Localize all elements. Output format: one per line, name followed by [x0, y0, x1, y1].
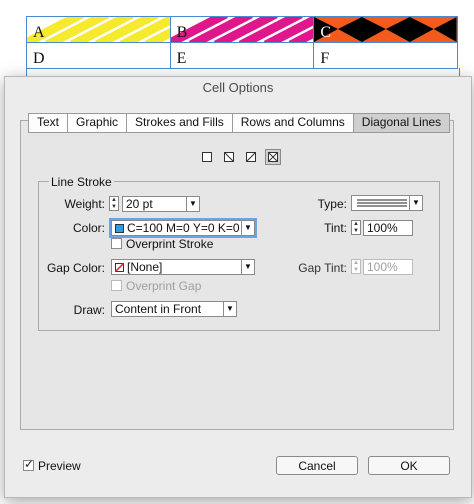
- cell-text: A: [33, 24, 45, 41]
- tab-strokes-and-fills[interactable]: Strokes and Fills: [127, 114, 233, 132]
- overprint-gap-checkbox[interactable]: [111, 280, 122, 291]
- weight-label: Weight:: [64, 197, 105, 211]
- chevron-down-icon: ▼: [186, 197, 199, 211]
- gap-tint-field[interactable]: 100%: [363, 259, 413, 275]
- cell-text: E: [176, 50, 187, 67]
- cell-f[interactable]: F: [313, 42, 458, 69]
- diagonal-top-left-icon[interactable]: [221, 149, 237, 165]
- color-label: Color:: [72, 221, 105, 235]
- tint-field[interactable]: 100%: [363, 220, 413, 236]
- cell-text: C: [320, 24, 331, 41]
- orange-crosshatch-fill: [314, 17, 457, 42]
- gap-color-label: Gap Color:: [46, 261, 105, 275]
- stroke-type-preview-icon: [357, 199, 407, 207]
- chevron-down-icon: ▼: [241, 260, 254, 274]
- table-row: A B C: [26, 16, 458, 43]
- draw-value: Content in Front: [115, 302, 202, 316]
- diagonal-bottom-left-icon[interactable]: [243, 149, 259, 165]
- none-swatch-icon: [115, 263, 124, 272]
- tab-diagonal-lines[interactable]: Diagonal Lines: [353, 114, 450, 132]
- diagonal-cross-icon[interactable]: [265, 149, 281, 165]
- overprint-gap-label: Overprint Gap: [126, 279, 202, 293]
- weight-value: 20 pt: [126, 197, 153, 211]
- diagonal-line-options: [199, 149, 281, 165]
- yellow-diagonal-stripes: [27, 17, 170, 42]
- preview-label: Preview: [38, 459, 81, 473]
- weight-combo[interactable]: 20 pt ▼: [122, 196, 200, 212]
- overprint-stroke-label: Overprint Stroke: [126, 237, 214, 251]
- tint-label: Tint:: [324, 221, 347, 235]
- weight-stepper[interactable]: ▲ ▼: [109, 196, 119, 211]
- dialog-title: Cell Options: [202, 80, 274, 95]
- color-select[interactable]: C=100 M=0 Y=0 K=0 ▼: [109, 218, 257, 238]
- tab-bar: Text Graphic Strokes and Fills Rows and …: [28, 113, 451, 133]
- cell-options-dialog: Cell Options Text Graphic Strokes and Fi…: [4, 76, 472, 498]
- cancel-button[interactable]: Cancel: [276, 456, 358, 475]
- tab-graphic[interactable]: Graphic: [68, 114, 128, 132]
- document-table: A B C D E F: [26, 16, 458, 69]
- chevron-down-icon: ▼: [409, 196, 422, 210]
- cell-d[interactable]: D: [26, 42, 171, 69]
- tint-stepper[interactable]: ▲ ▼: [351, 220, 361, 235]
- tab-text[interactable]: Text: [29, 114, 69, 132]
- cell-a[interactable]: A: [26, 16, 171, 43]
- gap-color-value: [None]: [127, 260, 163, 274]
- cell-b[interactable]: B: [169, 16, 315, 43]
- draw-label: Draw:: [73, 303, 105, 317]
- cell-text: D: [33, 50, 45, 67]
- gap-color-select[interactable]: [None] ▼: [111, 259, 255, 275]
- overprint-stroke-checkbox[interactable]: [111, 238, 122, 249]
- color-swatch: [115, 224, 124, 233]
- color-value: C=100 M=0 Y=0 K=0: [127, 221, 240, 235]
- draw-select[interactable]: Content in Front ▼: [111, 301, 237, 317]
- no-diagonal-icon[interactable]: [199, 149, 215, 165]
- table-lower-border: [26, 68, 460, 76]
- table-row: D E F: [26, 42, 458, 69]
- stroke-type-select[interactable]: ▼: [351, 195, 423, 211]
- chevron-down-icon: ▼: [241, 221, 254, 235]
- type-label: Type:: [317, 197, 347, 211]
- gap-tint-stepper[interactable]: ▲ ▼: [351, 259, 361, 274]
- ok-button[interactable]: OK: [368, 456, 450, 475]
- preview-checkbox[interactable]: [23, 457, 34, 471]
- cell-text: F: [320, 50, 330, 67]
- tab-rows-and-columns[interactable]: Rows and Columns: [232, 114, 354, 132]
- chevron-down-icon: ▼: [223, 302, 236, 316]
- line-stroke-group-label: Line Stroke: [49, 175, 114, 189]
- cell-text: B: [176, 24, 188, 41]
- gap-tint-label: Gap Tint:: [298, 261, 347, 275]
- magenta-diagonal-stripes: [170, 17, 314, 42]
- cell-e[interactable]: E: [169, 42, 315, 69]
- cell-c[interactable]: C: [313, 16, 458, 43]
